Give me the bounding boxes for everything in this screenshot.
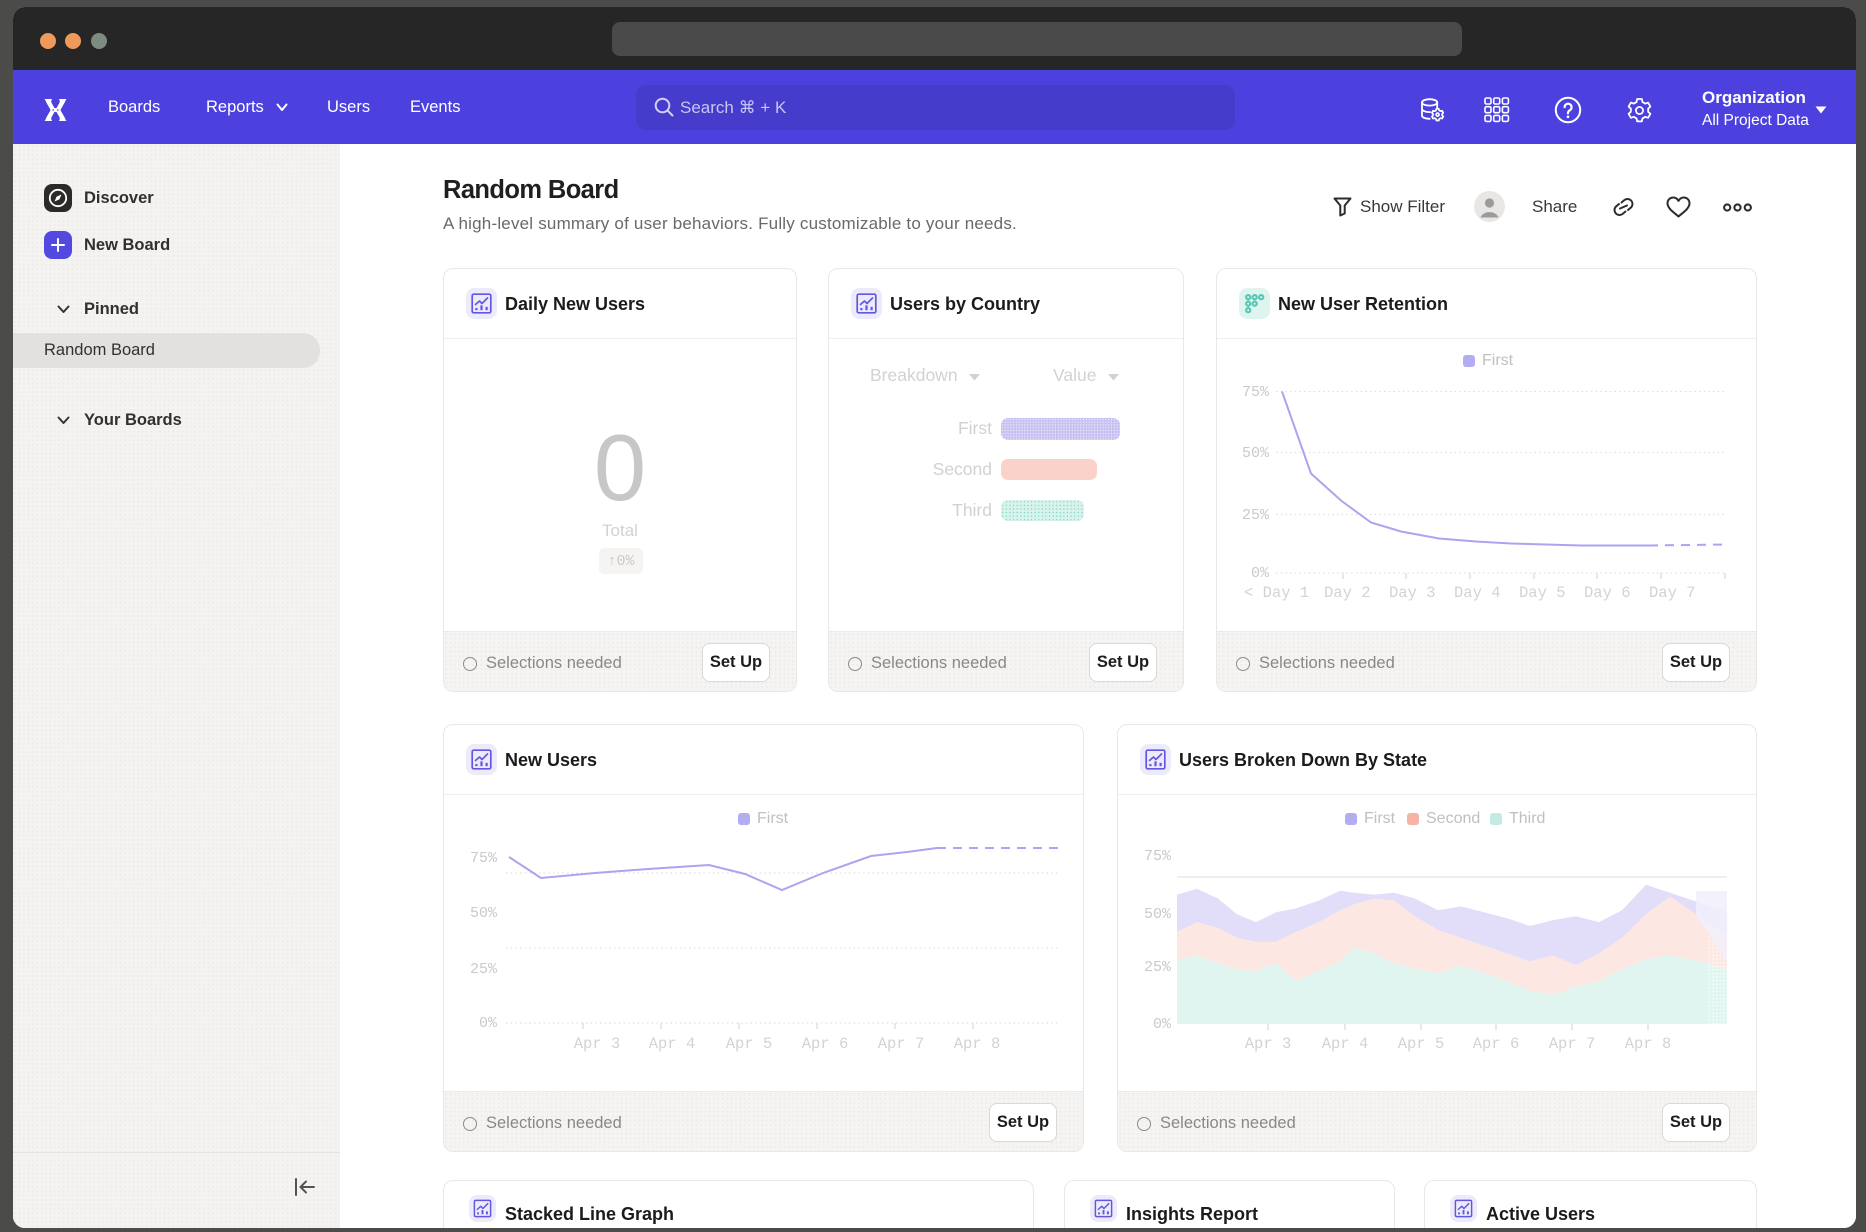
svg-text:Apr 8: Apr 8 — [1625, 1035, 1672, 1053]
svg-text:Day 5: Day 5 — [1519, 584, 1566, 602]
svg-text:25%: 25% — [1144, 959, 1172, 976]
svg-text:0%: 0% — [1251, 565, 1270, 582]
svg-text:< Day 1: < Day 1 — [1244, 584, 1309, 602]
svg-text:Apr 4: Apr 4 — [649, 1035, 696, 1053]
svg-text:Apr 3: Apr 3 — [574, 1035, 621, 1053]
svg-text:Apr 5: Apr 5 — [726, 1035, 773, 1053]
svg-text:0%: 0% — [479, 1015, 498, 1032]
svg-text:Apr 8: Apr 8 — [954, 1035, 1001, 1053]
svg-text:Apr 5: Apr 5 — [1398, 1035, 1445, 1053]
svg-text:Apr 7: Apr 7 — [878, 1035, 925, 1053]
svg-text:Apr 6: Apr 6 — [1473, 1035, 1520, 1053]
svg-text:25%: 25% — [470, 961, 498, 978]
svg-text:25%: 25% — [1242, 507, 1270, 524]
svg-text:Day 4: Day 4 — [1454, 584, 1501, 602]
svg-text:75%: 75% — [1242, 384, 1270, 401]
svg-text:Apr 3: Apr 3 — [1245, 1035, 1292, 1053]
svg-text:Day 3: Day 3 — [1389, 584, 1436, 602]
svg-text:Day 7: Day 7 — [1649, 584, 1696, 602]
svg-text:75%: 75% — [1144, 848, 1172, 865]
svg-text:50%: 50% — [1144, 906, 1172, 923]
svg-text:Apr 4: Apr 4 — [1322, 1035, 1369, 1053]
svg-text:Apr 7: Apr 7 — [1549, 1035, 1596, 1053]
svg-text:Apr 6: Apr 6 — [802, 1035, 849, 1053]
svg-text:50%: 50% — [1242, 445, 1270, 462]
svg-text:Day 6: Day 6 — [1584, 584, 1631, 602]
svg-text:75%: 75% — [470, 850, 498, 867]
svg-text:0%: 0% — [1153, 1016, 1172, 1033]
svg-text:50%: 50% — [470, 905, 498, 922]
svg-text:Day 2: Day 2 — [1324, 584, 1371, 602]
